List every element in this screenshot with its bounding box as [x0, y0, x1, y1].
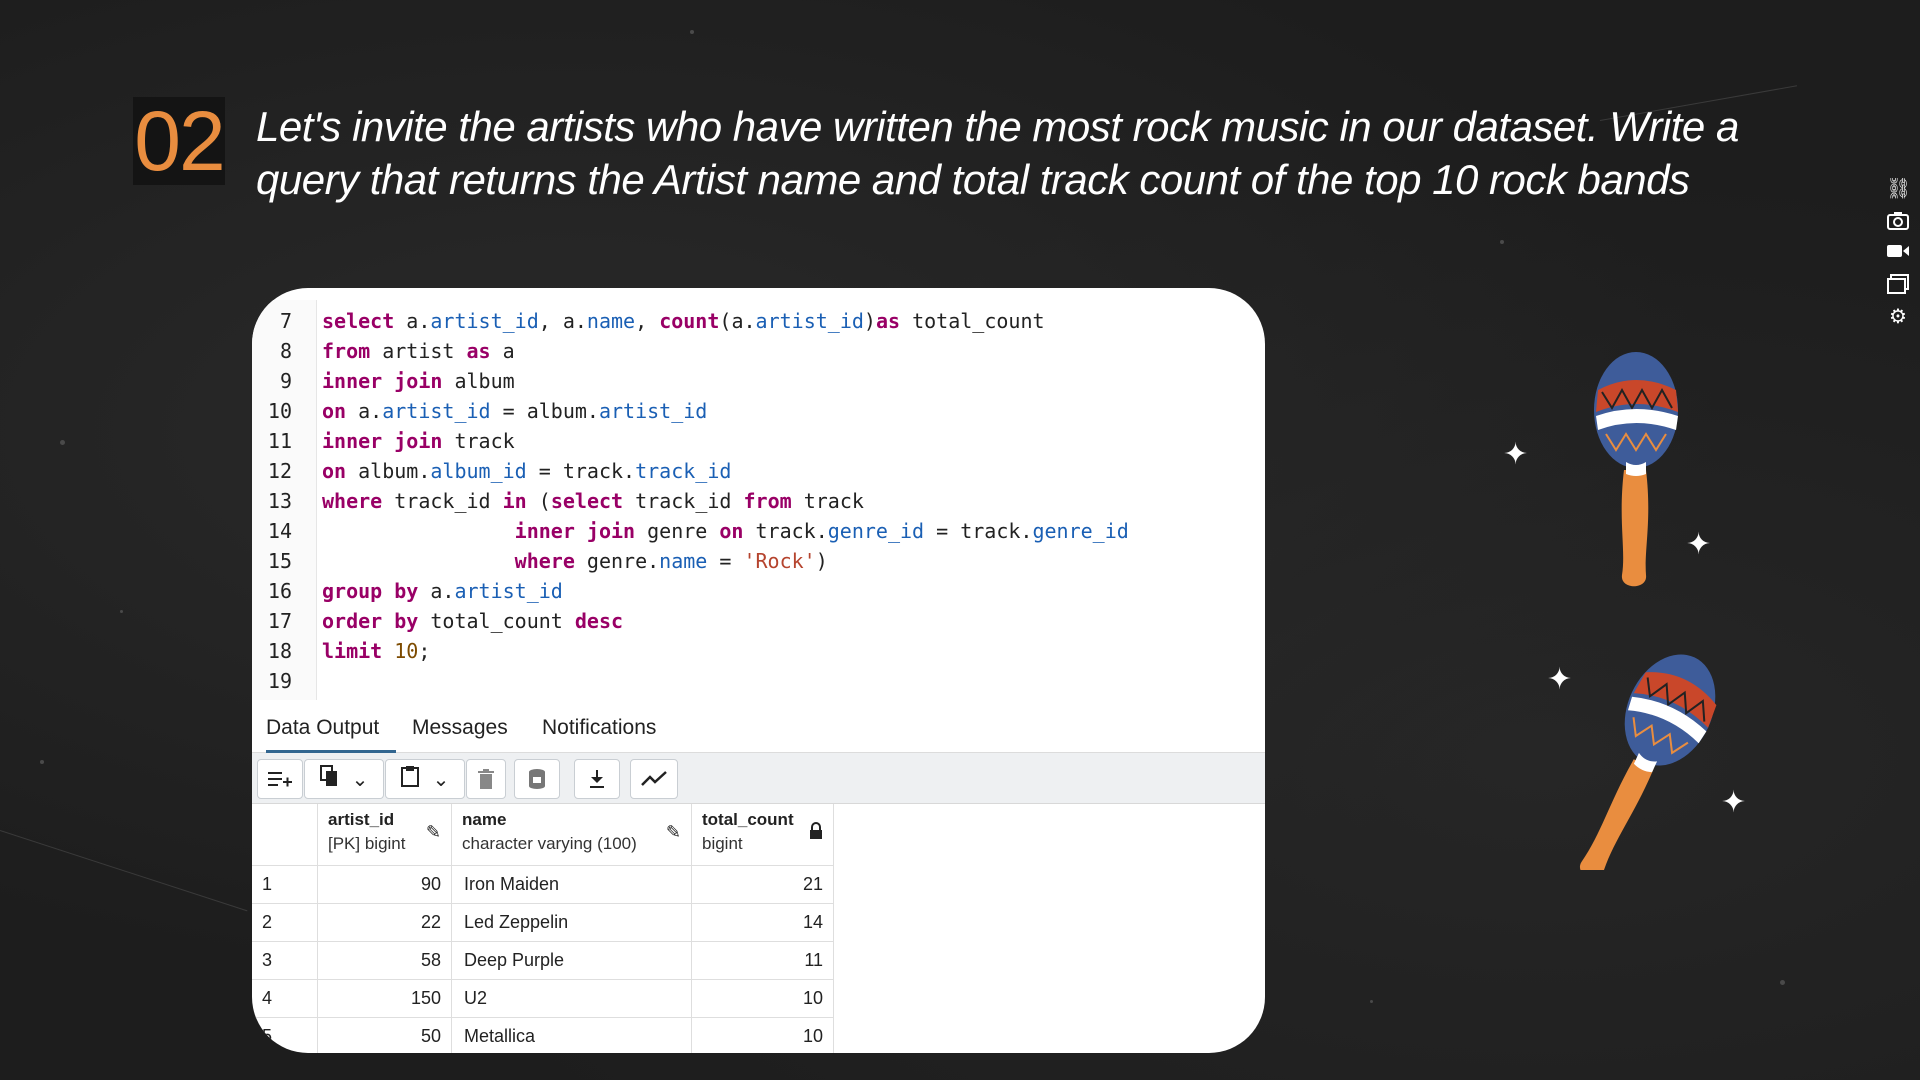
cell-total-count[interactable]: 10 [692, 980, 834, 1018]
column-type: [PK] bigint [328, 834, 406, 853]
window-icon[interactable] [1886, 274, 1910, 296]
download-icon[interactable] [574, 759, 620, 799]
pgadmin-screenshot: 7 select a.artist_id, a.name, count(a.art… [252, 288, 1265, 1053]
maraca-bottom [1579, 654, 1717, 870]
cell-name[interactable]: Metallica [452, 1018, 692, 1053]
cell-artist-id[interactable]: 90 [318, 866, 452, 904]
maracas-illustration [1579, 352, 1717, 870]
gear-icon[interactable]: ⚙ [1886, 306, 1910, 328]
paste-icon [400, 765, 419, 793]
column-name: total_count [702, 810, 794, 829]
row-number: 1 [252, 866, 318, 904]
row-number: 2 [252, 904, 318, 942]
row-number: 4 [252, 980, 318, 1018]
paste-button[interactable]: ⌄ [385, 759, 465, 799]
graph-icon[interactable] [630, 759, 678, 799]
copy-button[interactable]: ⌄ [304, 759, 384, 799]
cell-artist-id[interactable]: 22 [318, 904, 452, 942]
cell-total-count[interactable]: 10 [692, 1018, 834, 1053]
delete-icon[interactable] [466, 759, 506, 799]
tab-messages[interactable]: Messages [412, 706, 508, 750]
slide-number: 02 [133, 94, 226, 188]
side-toolbar: ⛓ ⚙ [1886, 178, 1916, 338]
video-icon[interactable] [1886, 242, 1910, 264]
column-type: bigint [702, 834, 743, 853]
cell-artist-id[interactable]: 50 [318, 1018, 452, 1053]
sql-editor[interactable]: 7 select a.artist_id, a.name, count(a.art… [252, 300, 1265, 700]
camera-icon[interactable] [1886, 210, 1910, 232]
data-toolbar: ⌄ ⌄ [252, 753, 1265, 804]
column-name: artist_id [328, 810, 395, 829]
sparkle-icon: ✦ [1503, 438, 1529, 471]
column-type: character varying (100) [462, 834, 637, 853]
edit-icon: ✎ [425, 822, 441, 842]
cell-total-count[interactable]: 11 [692, 942, 834, 980]
cell-artist-id[interactable]: 58 [318, 942, 452, 980]
cell-name[interactable]: Led Zeppelin [452, 904, 692, 942]
row-number: 5 [252, 1018, 318, 1053]
column-name: name [462, 810, 507, 829]
cell-total-count[interactable]: 14 [692, 904, 834, 942]
maraca-top [1594, 352, 1678, 587]
row-number-header [252, 804, 318, 866]
tab-data-output[interactable]: Data Output [266, 706, 396, 753]
tab-notifications[interactable]: Notifications [542, 706, 656, 750]
sparkle-icon: ✦ [1547, 663, 1573, 696]
copy-icon [319, 765, 338, 793]
chevron-down-icon[interactable]: ⌄ [433, 767, 450, 792]
cell-total-count[interactable]: 21 [692, 866, 834, 904]
link-icon[interactable]: ⛓ [1886, 178, 1911, 200]
cell-name[interactable]: Iron Maiden [452, 866, 692, 904]
sparkle-icon: ✦ [1686, 528, 1712, 561]
cell-name[interactable]: U2 [452, 980, 692, 1018]
slide-headline: Let's invite the artists who have writte… [256, 103, 1739, 203]
lock-icon [809, 822, 823, 845]
chevron-down-icon[interactable]: ⌄ [352, 767, 369, 792]
cell-name[interactable]: Deep Purple [452, 942, 692, 980]
result-tabs: Data Output Messages Notifications [252, 706, 1265, 753]
save-data-icon[interactable] [514, 759, 560, 799]
cell-artist-id[interactable]: 150 [318, 980, 452, 1018]
column-header-name[interactable]: name character varying (100) ✎ [452, 804, 692, 866]
column-header-artist-id[interactable]: artist_id [PK] bigint ✎ [318, 804, 452, 866]
add-row-icon[interactable] [257, 759, 303, 799]
column-header-total-count[interactable]: total_count bigint [692, 804, 834, 866]
edit-icon: ✎ [665, 822, 681, 842]
sparkle-icon: ✦ [1721, 786, 1747, 819]
row-number: 3 [252, 942, 318, 980]
